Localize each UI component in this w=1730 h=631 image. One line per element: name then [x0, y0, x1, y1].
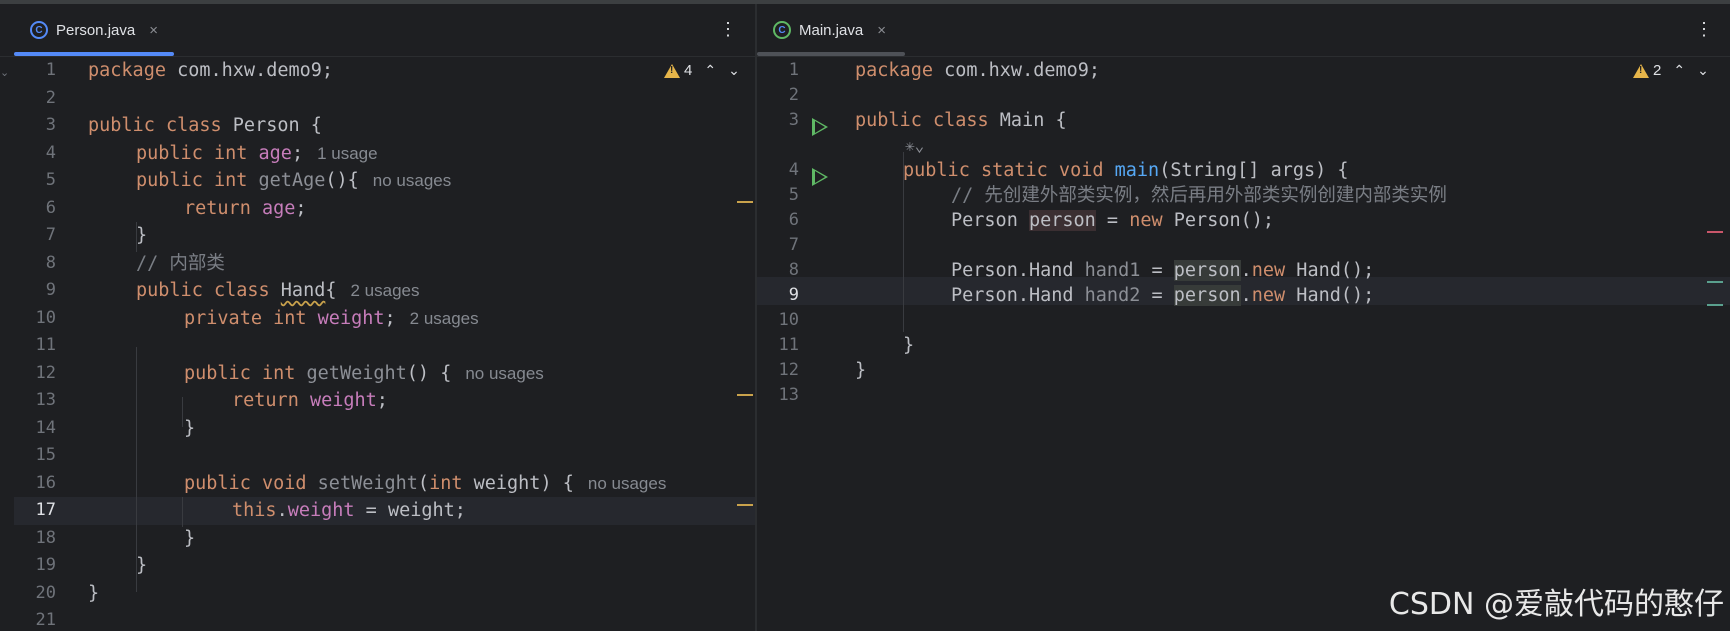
line-number: 11 [35, 335, 56, 355]
ai-assistant-hint-icon[interactable]: ✳⌄ [905, 135, 924, 157]
line-number: 2 [788, 85, 799, 105]
code-line: return age; [184, 197, 307, 219]
active-tab-indicator [14, 52, 174, 56]
inactive-tab-indicator [757, 52, 905, 56]
tab-person-java[interactable]: C Person.java × [30, 4, 158, 56]
line-number: 13 [778, 385, 799, 405]
code-line: public void setWeight(int weight) {no us… [184, 472, 667, 494]
usage-hint[interactable]: 1 usage [317, 144, 378, 163]
code-line: Person person = new Person(); [951, 210, 1275, 231]
line-number: 7 [788, 235, 799, 255]
usage-hint[interactable]: no usages [465, 364, 543, 383]
code-line: } [184, 417, 196, 439]
code-line: } [855, 360, 867, 381]
editor-pane-person: C Person.java × ⋮ ⌄ 4 ⌃ ⌄ 12345678910111… [0, 4, 755, 631]
java-class-icon: C [30, 21, 48, 39]
watermark: CSDN @爱敲代码的憨仔 [1388, 587, 1724, 622]
usage-hint[interactable]: no usages [588, 474, 666, 493]
code-line: Person.Hand hand2 = person.new Hand(); [951, 285, 1375, 306]
code-line: package com.hxw.demo9; [88, 60, 334, 81]
usage-hint[interactable]: no usages [373, 171, 451, 190]
code-line: public int getWeight() {no usages [184, 362, 544, 384]
code-line: public class Main { [855, 110, 1067, 131]
code-line: public int getAge(){no usages [136, 170, 452, 191]
code-line: } [136, 225, 148, 246]
line-number: 15 [35, 445, 56, 465]
more-options-icon[interactable]: ⋮ [1694, 18, 1714, 40]
line-number: 10 [778, 310, 799, 330]
code-line: // 先创建外部类实例，然后再用外部类实例创建内部类实例 [951, 185, 1447, 206]
warning-stripe-marker[interactable] [737, 201, 753, 203]
code-line: // 内部类 [136, 252, 225, 274]
code-line: public int age; 1 usage [136, 142, 378, 164]
code-line: } [136, 555, 148, 576]
line-number: 2 [45, 87, 56, 108]
code-line: this.weight = weight; [232, 500, 466, 521]
code-line: } [903, 335, 915, 356]
tab-bar: C Main.java × ⋮ [757, 4, 1730, 57]
close-icon[interactable]: × [877, 22, 886, 39]
code-line: } [184, 527, 196, 549]
usage-hint[interactable]: 2 usages [410, 309, 479, 328]
info-stripe-marker[interactable] [1707, 304, 1723, 306]
java-runnable-class-icon: C [773, 21, 791, 39]
code-line: } [88, 582, 100, 604]
line-number: 21 [35, 610, 56, 630]
tab-label: Main.java [799, 21, 864, 39]
more-options-icon[interactable]: ⋮ [718, 18, 738, 40]
tab-bar: C Person.java × ⋮ [0, 4, 755, 57]
warning-stripe-marker[interactable] [737, 394, 753, 396]
error-stripe-marker[interactable] [1707, 231, 1723, 233]
editor-pane-main: C Main.java × ⋮ 2 ⌃ ⌄ 12345678910111213 … [757, 4, 1730, 631]
code-line: Person.Hand hand1 = person.new Hand(); [951, 260, 1375, 281]
code-line: public static void main(String[] args) { [903, 160, 1349, 181]
warning-stripe-marker[interactable] [737, 504, 753, 506]
code-line: ✳⌄ [757, 135, 1730, 157]
code-line: return weight; [232, 390, 388, 411]
close-icon[interactable]: × [149, 22, 158, 39]
tab-main-java[interactable]: C Main.java × [773, 4, 886, 56]
tab-label: Person.java [56, 21, 136, 39]
code-line: private int weight; 2 usages [184, 307, 479, 329]
info-stripe-marker[interactable] [1707, 281, 1723, 283]
code-editor[interactable]: 1 2 3 4 5 6 7 8 9 10 11 12 13 14 15 16 17 18 19 20 21 packag… [0, 57, 755, 631]
code-line: package com.hxw.demo9; [855, 60, 1101, 81]
usage-hint[interactable]: 2 usages [351, 281, 420, 300]
code-line: public class Person { [88, 115, 322, 136]
code-editor[interactable]: 1 2 3 4 5 6 7 8 9 10 11 12 13 package com.hxw.demo9;… [757, 57, 1730, 631]
code-line: public class Hand{2 usages [136, 280, 420, 301]
